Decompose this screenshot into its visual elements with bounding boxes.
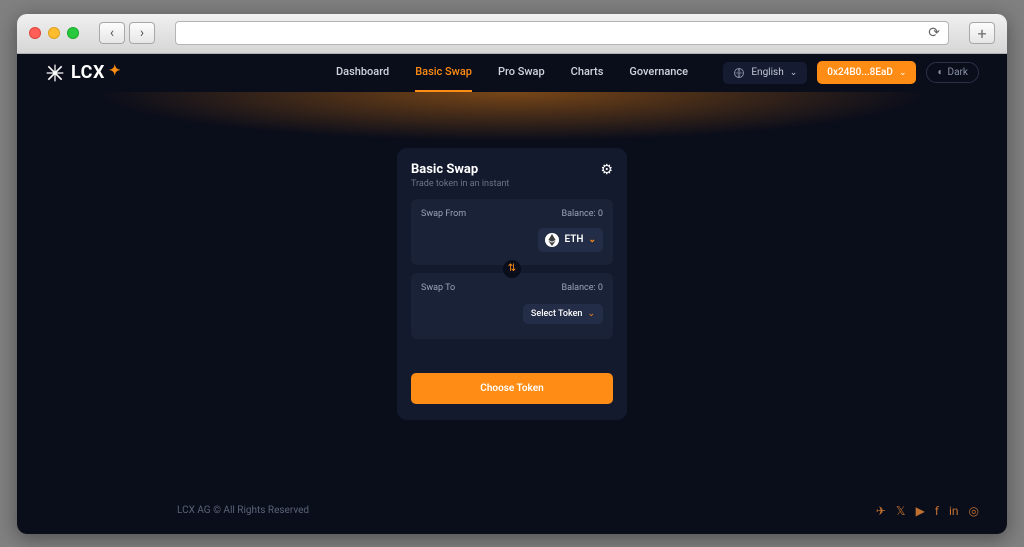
footer-copyright: LCX AG © All Rights Reserved [177,505,309,516]
browser-chrome: ‹ › ⟳ + [17,14,1007,54]
logo[interactable]: LCX ✦ [45,62,121,83]
to-token-selector[interactable]: Select Token ⌄ [523,304,603,324]
wallet-button[interactable]: 0x24B0...8EaD ⌄ [817,61,916,84]
language-picker[interactable]: English ⌄ [723,62,807,84]
close-window-button[interactable] [29,27,41,39]
select-token-label: Select Token [531,309,583,319]
refresh-icon[interactable]: ⟳ [928,25,940,41]
nav-charts[interactable]: Charts [571,54,604,93]
swap-to-header: Swap To Balance: 0 [421,283,603,293]
swap-direction-button[interactable]: ⇅ [503,260,521,278]
logo-text: LCX [71,62,105,83]
footer: LCX AG © All Rights Reserved ✈ 𝕏 ▶ f in … [17,504,1007,518]
nav-links: Dashboard Basic Swap Pro Swap Charts Gov… [336,54,688,93]
swap-to-label: Swap To [421,283,455,293]
social-icons: ✈ 𝕏 ▶ f in ◎ [876,504,979,518]
eth-icon [545,233,559,247]
globe-icon [733,67,745,79]
swap-to-body: Select Token ⌄ [421,301,603,327]
swap-header: Basic Swap Trade token in an instant ⚙ [411,162,613,189]
minimize-window-button[interactable] [48,27,60,39]
chevron-down-icon: ⌄ [587,309,595,319]
swap-subtitle: Trade token in an instant [411,179,509,189]
swap-from-label: Swap From [421,209,466,219]
swap-action-button[interactable]: Choose Token [411,373,613,404]
telegram-icon[interactable]: ✈ [876,504,886,518]
swap-card: Basic Swap Trade token in an instant ⚙ S… [397,148,627,420]
nav-basic-swap[interactable]: Basic Swap [415,54,472,93]
new-tab-button[interactable]: + [969,22,995,44]
swap-to-box: Swap To Balance: 0 Select Token ⌄ [411,273,613,339]
language-label: English [751,67,783,78]
instagram-icon[interactable]: ◎ [969,504,979,518]
browser-nav-buttons: ‹ › [99,22,155,44]
nav-dashboard[interactable]: Dashboard [336,54,389,93]
chevron-down-icon: ⌄ [899,68,907,78]
swap-title: Basic Swap [411,162,509,177]
nav-pro-swap[interactable]: Pro Swap [498,54,545,93]
moon-icon: ◐ [937,67,943,78]
chevron-down-icon: ⌄ [588,235,596,245]
theme-label: Dark [948,67,968,78]
logo-mark-icon [45,63,65,83]
theme-toggle[interactable]: ◐ Dark [926,62,979,83]
twitter-icon[interactable]: 𝕏 [896,504,906,518]
youtube-icon[interactable]: ▶ [916,504,925,518]
linkedin-icon[interactable]: in [949,504,959,518]
swap-arrows-icon: ⇅ [508,263,516,274]
maximize-window-button[interactable] [67,27,79,39]
settings-button[interactable]: ⚙ [600,162,613,178]
chevron-down-icon: ⌄ [790,68,798,78]
url-bar[interactable]: ⟳ [175,21,949,45]
logo-accent-icon: ✦ [109,63,121,79]
forward-button[interactable]: › [129,22,155,44]
from-token-selector[interactable]: ETH ⌄ [538,228,603,252]
back-button[interactable]: ‹ [99,22,125,44]
swap-from-header: Swap From Balance: 0 [421,209,603,219]
traffic-lights [29,27,79,39]
wallet-address: 0x24B0...8EaD [827,67,893,78]
swap-from-body: ETH ⌄ [421,227,603,253]
facebook-icon[interactable]: f [935,504,939,518]
topbar-right: English ⌄ 0x24B0...8EaD ⌄ ◐ Dark [723,61,979,84]
gear-icon: ⚙ [600,162,613,178]
browser-window: ‹ › ⟳ + LCX ✦ Dashboard Basic Swap Pro S… [17,14,1007,534]
app-content: LCX ✦ Dashboard Basic Swap Pro Swap Char… [17,54,1007,534]
from-token-symbol: ETH [564,234,583,245]
swap-to-balance: Balance: 0 [561,283,603,293]
nav-governance[interactable]: Governance [629,54,688,93]
swap-from-box: Swap From Balance: 0 ETH ⌄ ⇅ [411,199,613,265]
swap-from-balance: Balance: 0 [561,209,603,219]
topbar: LCX ✦ Dashboard Basic Swap Pro Swap Char… [17,54,1007,92]
